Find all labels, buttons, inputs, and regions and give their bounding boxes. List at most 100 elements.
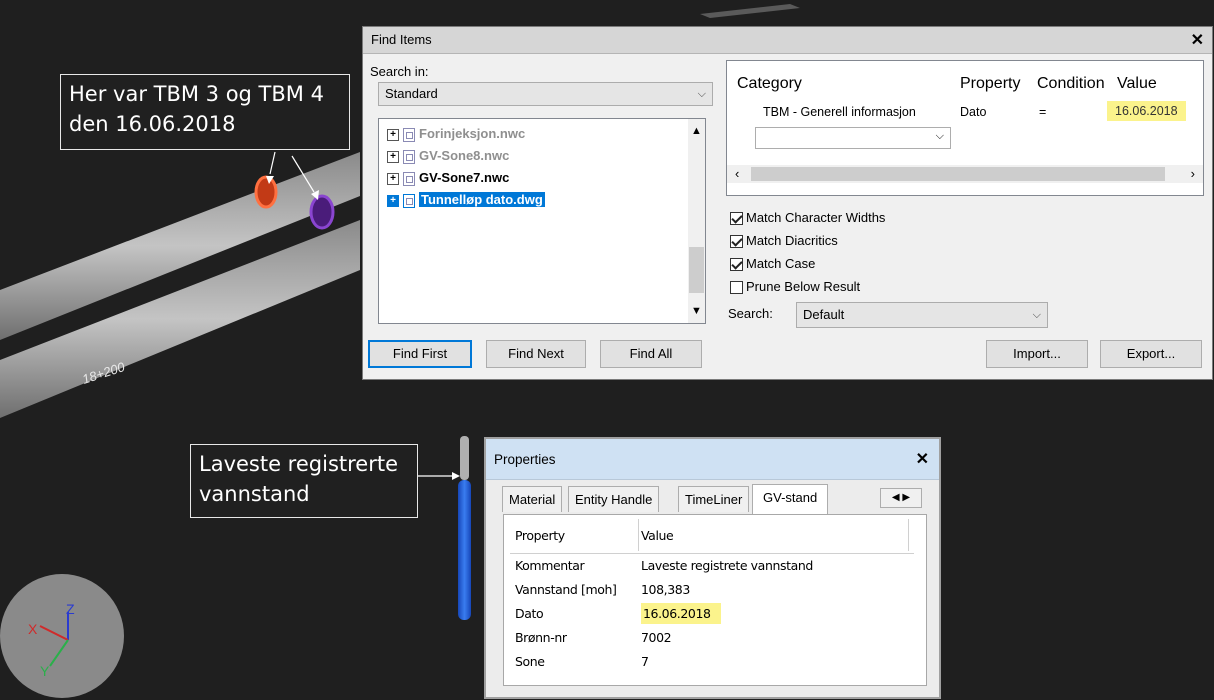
search-mode-select[interactable]: Default ⌵ — [796, 302, 1048, 328]
grid-cell-value[interactable]: 16.06.2018 — [1107, 101, 1186, 121]
import-button[interactable]: Import... — [986, 340, 1088, 368]
grid-header-property: Property — [960, 75, 1021, 92]
tbm3-marker — [254, 175, 278, 209]
scroll-up-icon[interactable]: ▲ — [691, 125, 702, 137]
prop-header-property: Property — [515, 528, 565, 543]
tbm-callout-line2: den 16.06.2018 — [69, 112, 236, 136]
match-case-checkbox[interactable]: Match Case — [730, 254, 815, 274]
water-callout: Laveste registrerte vannstand — [190, 444, 418, 518]
tab-gv-stand[interactable]: GV-stand — [752, 484, 829, 514]
find-next-button[interactable]: Find Next — [486, 340, 586, 368]
match-diacritics-checkbox[interactable]: Match Diacritics — [730, 231, 838, 251]
category-dropdown[interactable]: ⌵ — [755, 127, 951, 149]
search-label: Search: — [728, 306, 773, 321]
prune-label: Prune Below Result — [746, 279, 861, 294]
scroll-thumb[interactable] — [751, 167, 1165, 181]
water-level-pipe — [458, 480, 471, 620]
expand-icon[interactable]: + — [387, 172, 399, 185]
search-in-select[interactable]: Standard ⌵ — [378, 82, 713, 106]
tree-item-label: Forinjeksjon.nwc — [419, 126, 526, 141]
tbm4-marker — [309, 194, 335, 230]
pipe-top — [460, 436, 469, 480]
prop-value: 7002 — [641, 630, 672, 645]
checkbox-icon[interactable] — [730, 258, 743, 272]
search-in-label: Search in: — [370, 64, 429, 79]
grid-header-condition: Condition — [1037, 75, 1105, 92]
export-button[interactable]: Export... — [1100, 340, 1202, 368]
expand-icon[interactable]: + — [387, 150, 399, 163]
prop-name: Brønn-nr — [515, 630, 567, 645]
find-items-titlebar: Find Items ✕ — [363, 27, 1212, 54]
prop-name: Kommentar — [515, 558, 585, 573]
tab-entity-handle[interactable]: Entity Handle — [568, 486, 660, 512]
tab-next-icon[interactable]: ▶ — [902, 492, 910, 503]
tree-item-selected[interactable]: + Tunnelløp dato.dwg — [387, 190, 546, 210]
water-callout-line1: Laveste registrerte — [199, 452, 398, 476]
close-icon[interactable]: ✕ — [1191, 30, 1204, 50]
tree-item-label: GV-Sone8.nwc — [419, 148, 510, 163]
match-case-label: Match Case — [746, 256, 816, 271]
column-divider — [908, 519, 909, 551]
tab-prev-icon[interactable]: ◀ — [892, 492, 900, 503]
scroll-right-icon[interactable]: › — [1191, 166, 1195, 181]
tbm-callout: Her var TBM 3 og TBM 4 den 16.06.2018 — [60, 74, 350, 150]
tab-material[interactable]: Material — [502, 486, 563, 512]
prop-value: Laveste registrete vannstand — [641, 558, 813, 573]
scroll-down-icon[interactable]: ▼ — [691, 305, 702, 317]
grid-cell-property[interactable]: Dato — [960, 105, 986, 119]
match-widths-label: Match Character Widths — [746, 210, 886, 225]
file-icon — [403, 171, 415, 186]
tbm-callout-line1: Her var TBM 3 og TBM 4 — [69, 82, 324, 106]
checkbox-icon[interactable] — [730, 235, 743, 249]
checkbox-icon[interactable] — [730, 212, 743, 226]
tab-timeliner[interactable]: TimeLiner — [678, 486, 750, 512]
grid-header-value: Value — [1117, 75, 1157, 92]
find-all-button[interactable]: Find All — [600, 340, 702, 368]
prop-name: Sone — [515, 654, 545, 669]
expand-icon[interactable]: + — [387, 194, 399, 207]
chevron-down-icon: ⌵ — [697, 88, 706, 100]
expand-icon[interactable]: + — [387, 128, 399, 141]
match-widths-checkbox[interactable]: Match Character Widths — [730, 208, 885, 228]
water-callout-line2: vannstand — [199, 482, 310, 506]
criteria-grid[interactable]: Category Property Condition Value TBM - … — [726, 60, 1204, 196]
scroll-left-icon[interactable]: ‹ — [735, 166, 739, 181]
search-in-value: Standard — [385, 86, 438, 101]
tree-item[interactable]: + Forinjeksjon.nwc — [387, 124, 525, 144]
axis-z-label: Z — [66, 601, 75, 617]
axis-y-label: Y — [40, 663, 50, 679]
grid-cell-condition[interactable]: = — [1039, 105, 1046, 119]
scroll-thumb[interactable] — [689, 247, 704, 293]
grid-header-category: Category — [737, 75, 802, 92]
file-icon — [403, 127, 415, 142]
grid-hscrollbar[interactable]: ‹ › — [727, 165, 1203, 183]
chevron-down-icon: ⌵ — [1032, 309, 1041, 321]
find-first-button[interactable]: Find First — [368, 340, 472, 368]
prop-name: Vannstand [moh] — [515, 582, 617, 597]
axis-x-label: X — [28, 621, 38, 637]
tree-scrollbar[interactable]: ▲ ▼ — [688, 119, 705, 323]
prop-name: Dato — [515, 606, 544, 621]
prune-checkbox[interactable]: Prune Below Result — [730, 277, 860, 297]
file-icon — [403, 149, 415, 164]
prop-value: 108,383 — [641, 582, 690, 597]
prop-value-highlighted: 16.06.2018 — [641, 603, 721, 624]
grid-cell-category[interactable]: TBM - Generell informasjon — [763, 105, 916, 119]
chevron-down-icon: ⌵ — [935, 130, 944, 142]
tab-scroll-arrows[interactable]: ◀ ▶ — [880, 488, 922, 508]
tree-item[interactable]: + GV-Sone8.nwc — [387, 146, 509, 166]
prop-value: 7 — [641, 654, 649, 669]
file-icon — [403, 193, 415, 208]
column-divider — [638, 519, 639, 551]
tree-item-label: Tunnelløp dato.dwg — [418, 191, 546, 208]
checkbox-icon[interactable] — [730, 281, 743, 295]
tree-item[interactable]: + GV-Sone7.nwc — [387, 168, 509, 188]
close-icon[interactable]: ✕ — [916, 449, 929, 469]
search-tree[interactable]: + Forinjeksjon.nwc + GV-Sone8.nwc + GV-Sone… — [378, 118, 706, 324]
properties-title: Properties — [494, 452, 556, 467]
header-underline — [510, 553, 914, 554]
find-items-title: Find Items — [371, 32, 432, 47]
search-mode-value: Default — [803, 307, 845, 322]
properties-titlebar: Properties ✕ — [486, 439, 939, 480]
prop-header-value: Value — [641, 528, 674, 543]
